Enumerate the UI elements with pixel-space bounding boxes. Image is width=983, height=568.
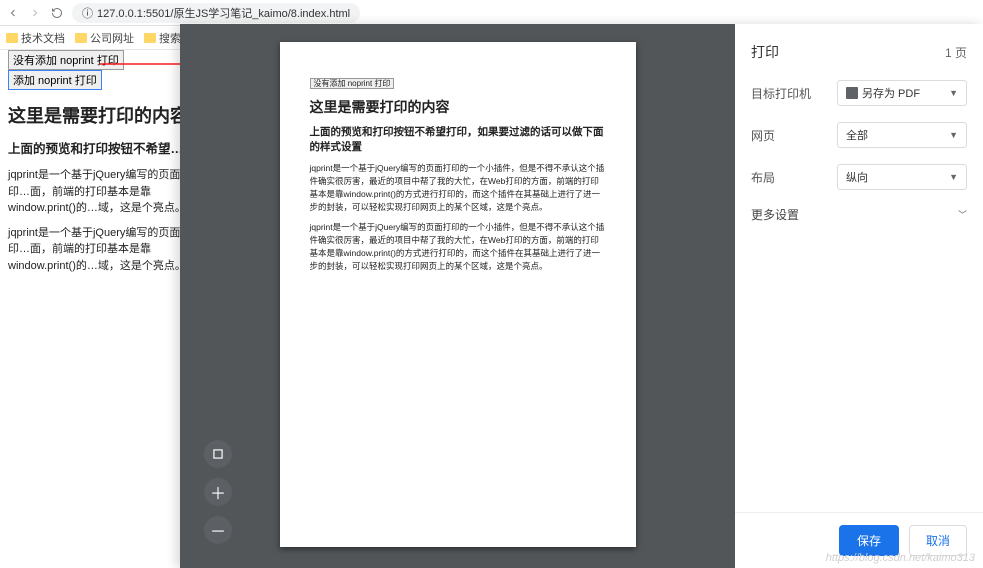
folder-icon: [75, 33, 87, 43]
info-icon: ⓘ: [82, 5, 93, 21]
chevron-down-icon: ﹀: [958, 208, 967, 221]
preview-button: 没有添加 noprint 打印: [310, 78, 395, 89]
preview-heading: 这里是需要打印的内容: [310, 97, 606, 117]
bookmark-item[interactable]: 公司网址: [75, 30, 134, 46]
print-preview-page: 没有添加 noprint 打印 这里是需要打印的内容 上面的预览和打印按钮不希望…: [280, 42, 636, 547]
bookmark-item[interactable]: 技术文档: [6, 30, 65, 46]
fit-page-button[interactable]: [204, 440, 232, 468]
save-button[interactable]: 保存: [839, 525, 899, 556]
folder-icon: [6, 33, 18, 43]
back-icon[interactable]: [6, 6, 20, 20]
browser-toolbar: ⓘ 127.0.0.1:5501/原生JS学习笔记_kaimo/8.index.…: [0, 0, 983, 26]
destination-label: 目标打印机: [751, 85, 811, 102]
no-noprint-button[interactable]: 没有添加 noprint 打印: [8, 50, 124, 70]
page-subheading: 上面的预览和打印按钮不希望…: [8, 138, 192, 157]
page-paragraph: jqprint是一个基于jQuery编写的页面打印…面，前端的打印基本是靠win…: [8, 167, 192, 217]
layout-label: 布局: [751, 169, 775, 186]
chevron-down-icon: ▼: [949, 88, 958, 98]
print-settings-panel: 打印 1 页 目标打印机 另存为 PDF ▼ 网页 全部 ▼ 布局: [735, 24, 983, 568]
add-noprint-button[interactable]: 添加 noprint 打印: [8, 70, 102, 90]
more-settings-toggle[interactable]: 更多设置 ﹀: [751, 206, 967, 223]
preview-paragraph: jqprint是一个基于jQuery编写的页面打印的一个小插件，但是不得不承认这…: [310, 221, 606, 272]
pdf-icon: [846, 87, 858, 99]
folder-icon: [144, 33, 156, 43]
page-heading: 这里是需要打印的内容: [8, 102, 192, 128]
destination-select[interactable]: 另存为 PDF ▼: [837, 80, 967, 106]
print-preview-area: 没有添加 noprint 打印 这里是需要打印的内容 上面的预览和打印按钮不希望…: [180, 24, 735, 568]
print-dialog: 没有添加 noprint 打印 这里是需要打印的内容 上面的预览和打印按钮不希望…: [180, 24, 983, 568]
url-text: 127.0.0.1:5501/原生JS学习笔记_kaimo/8.index.ht…: [97, 5, 350, 21]
chevron-down-icon: ▼: [949, 172, 958, 182]
zoom-out-button[interactable]: －: [204, 516, 232, 544]
preview-subheading: 上面的预览和打印按钮不希望打印，如果要过滤的话可以做下面的样式设置: [310, 125, 606, 154]
preview-paragraph: jqprint是一个基于jQuery编写的页面打印的一个小插件，但是不得不承认这…: [310, 162, 606, 213]
page-count: 1 页: [945, 44, 967, 61]
address-bar[interactable]: ⓘ 127.0.0.1:5501/原生JS学习笔记_kaimo/8.index.…: [72, 3, 360, 23]
page-content: 没有添加 noprint 打印 添加 noprint 打印 这里是需要打印的内容…: [0, 50, 200, 282]
pages-select[interactable]: 全部 ▼: [837, 122, 967, 148]
chevron-down-icon: ▼: [949, 130, 958, 140]
cancel-button[interactable]: 取消: [909, 525, 967, 556]
forward-icon[interactable]: [28, 6, 42, 20]
dialog-footer: 保存 取消: [735, 512, 983, 568]
print-title: 打印: [751, 42, 779, 62]
preview-controls: ＋ －: [204, 440, 232, 544]
reload-icon[interactable]: [50, 6, 64, 20]
layout-select[interactable]: 纵向 ▼: [837, 164, 967, 190]
page-paragraph: jqprint是一个基于jQuery编写的页面打印…面，前端的打印基本是靠win…: [8, 225, 192, 275]
zoom-in-button[interactable]: ＋: [204, 478, 232, 506]
pages-label: 网页: [751, 127, 775, 144]
